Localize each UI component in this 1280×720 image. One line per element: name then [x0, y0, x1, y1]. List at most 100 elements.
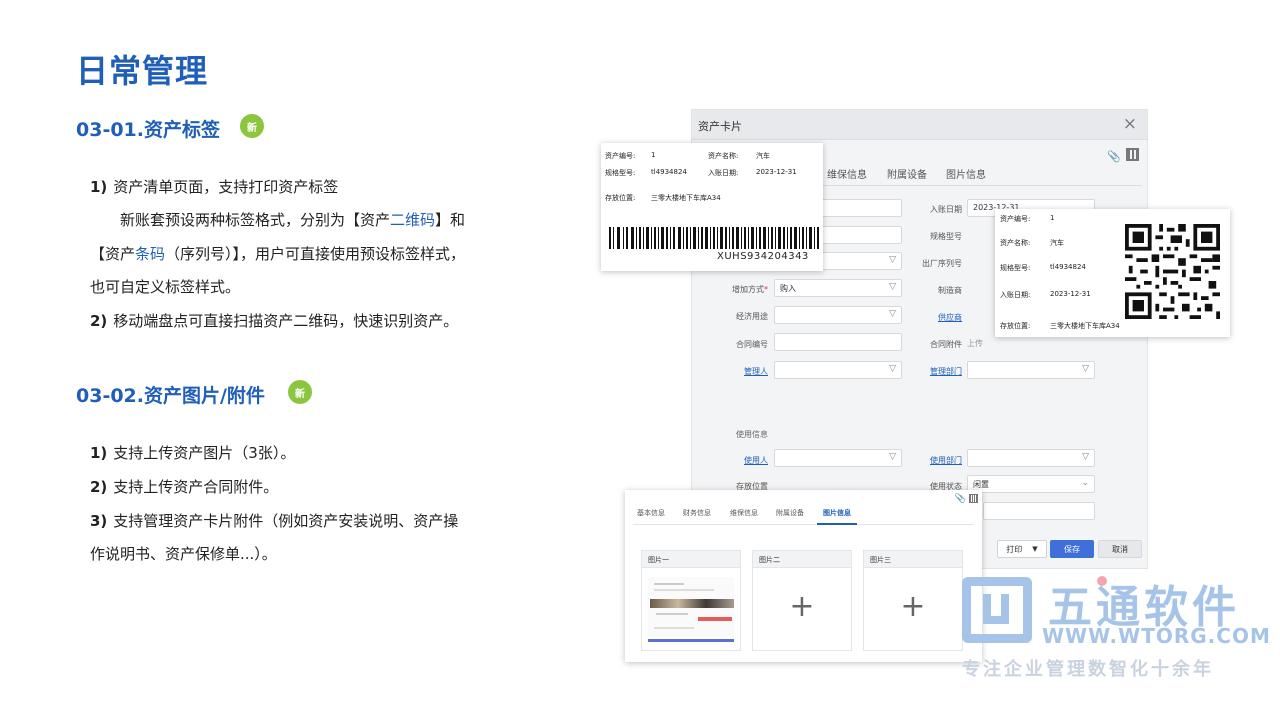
tab-divider	[633, 524, 974, 525]
dialog-header	[692, 110, 1147, 140]
econ-use-select[interactable]: ▽	[774, 306, 902, 324]
barcode-image	[609, 227, 819, 249]
manager-link[interactable]: 管理人	[706, 366, 768, 377]
text-line: 新账套预设两种标签格式，分别为【资产二维码】和	[120, 211, 466, 229]
user-select[interactable]: ▽	[774, 449, 902, 467]
image-slot-1[interactable]: 图片一	[641, 550, 741, 651]
add-image-icon[interactable]: +	[753, 589, 851, 624]
serial-label: 出厂序列号	[922, 259, 962, 268]
tab-attached-equipment[interactable]: 附属设备	[776, 508, 804, 518]
print-button[interactable]: 打印 ▼	[997, 540, 1047, 558]
contract-no-label: 合同编号	[736, 340, 768, 349]
text-line: 也可自定义标签样式。	[90, 278, 241, 296]
qr-code-icon[interactable]	[1126, 148, 1139, 161]
mgmt-dept-link[interactable]: 管理部门	[900, 366, 962, 377]
logo-slogan: 专注企业管理数智化十余年	[962, 659, 1214, 680]
add-method-label: 增加方式*	[732, 285, 768, 294]
asset-name-label: 资产名称:	[708, 152, 739, 160]
filter-icon: ▽	[889, 452, 896, 462]
new-badge: 新	[288, 380, 312, 404]
image-slot-2[interactable]: 图片二 +	[752, 550, 852, 651]
tab-finance-info[interactable]: 财务信息	[683, 508, 711, 518]
text-line: 3) 支持管理资产卡片附件（例如资产安装说明、资产操	[90, 512, 459, 530]
text-line: 1) 资产清单页面，支持打印资产标签	[90, 178, 339, 196]
asset-no-value: 1	[651, 151, 656, 159]
save-button[interactable]: 保存	[1050, 540, 1094, 558]
caret-down-icon: ▼	[1032, 545, 1038, 553]
filter-icon: ▽	[889, 364, 896, 374]
dialog-title: 资产卡片	[698, 120, 742, 133]
asset-no-value: 1	[1050, 214, 1055, 222]
new-badge: 新	[240, 114, 264, 138]
close-icon[interactable]: ×	[1123, 114, 1137, 134]
date-label: 入账日期:	[708, 169, 739, 177]
date-value: 2023-12-31	[756, 168, 797, 176]
text-line: 【资产条码（序列号）】，用户可直接使用预设标签样式，	[90, 245, 466, 263]
paperclip-icon[interactable]: 📎	[955, 494, 966, 504]
maker-label: 制造商	[938, 286, 962, 295]
image-slot-title: 图片二	[753, 551, 851, 568]
date-value: 2023-12-31	[1050, 290, 1091, 298]
use-status-select[interactable]: 闲置 ⌄	[967, 475, 1095, 493]
image-slot-3[interactable]: 图片三 +	[863, 550, 963, 651]
tab-maintenance-info[interactable]: 维保信息	[827, 166, 867, 181]
contract-no-input[interactable]	[774, 333, 902, 351]
image-slot-title: 图片一	[642, 551, 740, 568]
progress-bar	[648, 639, 734, 642]
tab-attached-equipment[interactable]: 附属设备	[887, 166, 927, 181]
manager-select[interactable]: ▽	[774, 361, 902, 379]
qr-code-link-text: 二维码	[390, 211, 436, 229]
logo-url: WWW.WTORG.COM	[1042, 624, 1271, 648]
qr-code-image	[1125, 224, 1220, 319]
user-link[interactable]: 使用人	[706, 455, 768, 466]
upload-link[interactable]: 上传	[967, 338, 983, 349]
field-input[interactable]	[983, 502, 1095, 520]
tab-image-info[interactable]: 图片信息	[946, 166, 986, 181]
tab-image-info[interactable]: 图片信息	[823, 508, 851, 518]
filter-icon: ▽	[1082, 364, 1089, 374]
location-value: 三零大楼地下车库A34	[1050, 322, 1120, 330]
filter-icon: ▽	[889, 309, 896, 319]
add-method-select[interactable]: 购入 ▽	[774, 279, 902, 297]
location-label: 存放位置:	[1000, 322, 1031, 330]
date-label: 入账日期:	[1000, 291, 1031, 299]
chevron-down-icon: ⌄	[1081, 478, 1089, 488]
supplier-link[interactable]: 供应商	[900, 312, 962, 323]
section-title-asset-images: 03-02.资产图片/附件	[76, 385, 265, 407]
asset-name-label: 资产名称:	[1000, 239, 1031, 247]
location-label: 存放位置:	[605, 194, 636, 202]
spec-value: tl4934824	[1050, 263, 1086, 271]
active-tab-indicator	[817, 523, 857, 525]
entry-date-label: 入账日期	[930, 205, 962, 214]
filter-icon: ▽	[1082, 452, 1089, 462]
text-line: 2) 支持上传资产合同附件。	[90, 478, 279, 496]
tab-divider	[822, 185, 1142, 186]
barcode-label-card: 资产编号: 1 资产名称: 汽车 规格型号: tl4934824 入账日期: 2…	[601, 143, 823, 271]
tab-maintenance-info[interactable]: 维保信息	[730, 508, 758, 518]
cancel-button[interactable]: 取消	[1098, 540, 1142, 558]
tab-basic-info[interactable]: 基本信息	[637, 508, 665, 518]
use-dept-link[interactable]: 使用部门	[900, 455, 962, 466]
filter-icon: ▽	[889, 282, 896, 292]
usage-section-title: 使用信息	[736, 430, 768, 439]
paperclip-icon[interactable]: 📎	[1107, 150, 1121, 163]
mgmt-dept-select[interactable]: ▽	[967, 361, 1095, 379]
image-thumbnail[interactable]	[648, 577, 734, 637]
spec-label: 规格型号	[930, 232, 962, 241]
asset-name-value: 汽车	[756, 152, 770, 160]
text-line: 2) 移动端盘点可直接扫描资产二维码，快速识别资产。	[90, 312, 459, 330]
asset-name-value: 汽车	[1050, 239, 1064, 247]
asset-no-label: 资产编号:	[1000, 215, 1031, 223]
barcode-link-text: 条码	[135, 245, 166, 263]
text-line: 1) 支持上传资产图片（3张）。	[90, 444, 296, 462]
text-line: 作说明书、资产保修单...）。	[90, 545, 277, 563]
asset-no-label: 资产编号:	[605, 152, 636, 160]
page-title: 日常管理	[76, 52, 209, 90]
use-dept-select[interactable]: ▽	[967, 449, 1095, 467]
spec-label: 规格型号:	[605, 169, 636, 177]
image-slot-title: 图片三	[864, 551, 962, 568]
spec-label: 规格型号:	[1000, 264, 1031, 272]
add-image-icon[interactable]: +	[864, 589, 962, 624]
qr-code-icon[interactable]	[969, 494, 978, 503]
image-info-panel: 📎 基本信息 财务信息 维保信息 附属设备 图片信息 图片一 图片二 + 图片三…	[625, 490, 982, 662]
